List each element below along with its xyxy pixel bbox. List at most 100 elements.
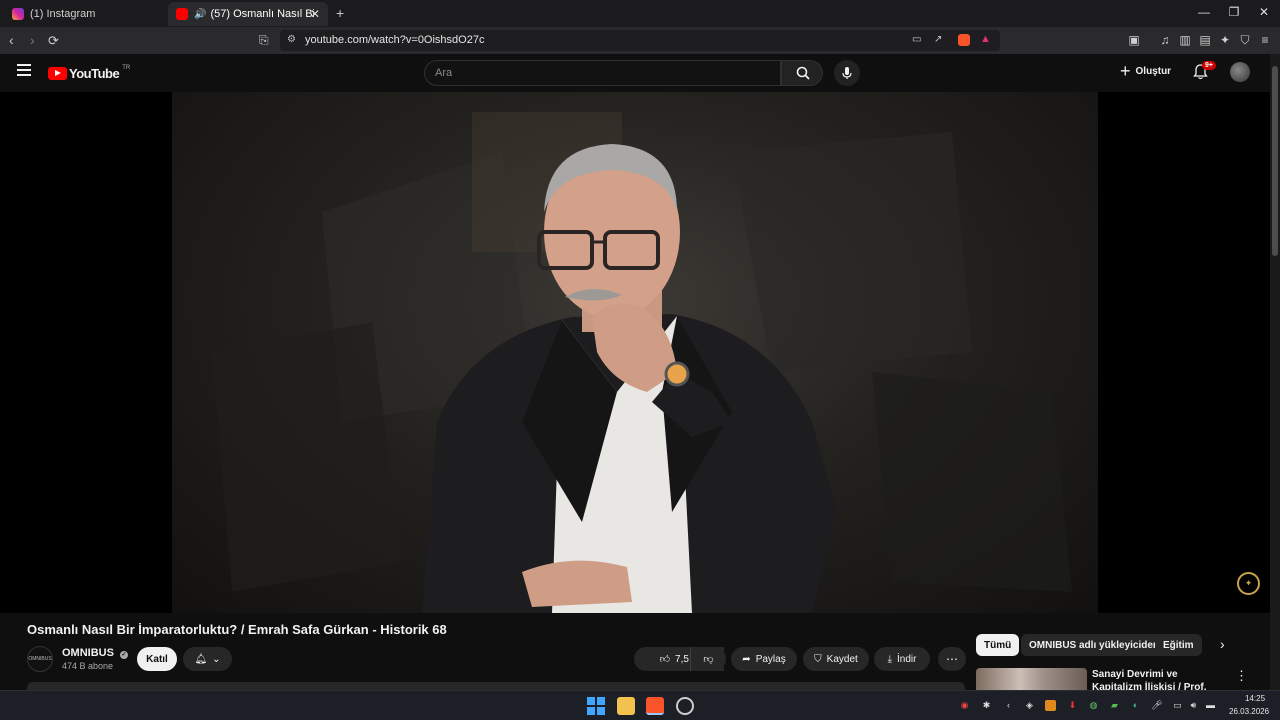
network-icon[interactable]: ▭ <box>1172 700 1183 711</box>
instagram-icon <box>12 8 24 20</box>
address-bar[interactable]: ⚙ youtube.com/watch?v=0OishsdO27c ▭ ↗ ▲ <box>280 30 1000 51</box>
search-button[interactable] <box>781 60 823 86</box>
chevron-right-icon[interactable]: › <box>1220 636 1225 652</box>
tab-youtube-video[interactable]: 🔊 (57) Osmanlı Nasıl Bir İmparatorluktu?… <box>168 2 328 26</box>
guide-menu-icon[interactable] <box>17 64 31 76</box>
channel-avatar[interactable]: OMNIBUS <box>27 646 53 672</box>
microphone-tray-icon[interactable]: 🎤︎ <box>1151 700 1162 711</box>
bell-icon: 🔔︎ <box>194 653 208 665</box>
notifications-button[interactable]: 9+ <box>1193 61 1216 85</box>
minimize-button[interactable]: — <box>1189 5 1219 19</box>
youtube-logo[interactable]: YouTube TR <box>48 64 131 81</box>
create-label: Oluştur <box>1135 65 1172 77</box>
tab-instagram[interactable]: (1) Instagram <box>4 2 164 26</box>
screenshot-icon[interactable]: ▣ <box>1127 33 1141 47</box>
brave-browser-icon[interactable] <box>646 697 664 715</box>
channel-watermark-icon[interactable]: ✦ <box>1237 572 1260 595</box>
more-vertical-icon[interactable]: ⋮ <box>1235 668 1248 684</box>
create-button[interactable]: + Oluştur <box>1120 62 1172 80</box>
save-label: Kaydet <box>826 653 858 665</box>
tray-icon-1[interactable]: ◉ <box>959 700 970 711</box>
voice-search-button[interactable] <box>834 60 860 86</box>
sidebar-icon[interactable]: ▥ <box>1178 33 1192 47</box>
join-label: Katıl <box>146 653 168 665</box>
url-text: youtube.com/watch?v=0OishsdO27c <box>305 34 485 46</box>
recommendation-title[interactable]: Sanayi Devrimi ve Kapitalizm İlişkisi / … <box>1092 668 1222 690</box>
description-box[interactable] <box>27 682 965 690</box>
download-icon: ⤓ <box>887 653 892 665</box>
channel-name[interactable]: OMNIBUS ✓ <box>62 647 129 659</box>
thumbs-down-icon: 👎︎ <box>703 654 714 665</box>
video-player[interactable]: ✦ <box>0 92 1270 613</box>
share-icon: ➦ <box>742 653 751 665</box>
chip-label: OMNIBUS adlı yükleyiciden <box>1029 639 1160 651</box>
download-button[interactable]: ⤓ İndir <box>874 647 930 671</box>
tray-icon-7[interactable]: ▰ <box>1109 700 1120 711</box>
tray-icon-6[interactable]: ◍ <box>1088 700 1099 711</box>
reload-button[interactable]: ⟳ <box>48 33 59 49</box>
back-button[interactable]: ‹ <box>9 32 14 48</box>
video-content-image <box>212 112 1072 613</box>
chip-education[interactable]: Eğitim <box>1155 634 1202 656</box>
verified-icon: ✓ <box>120 651 129 659</box>
speaker-icon: 🔊 <box>194 8 207 20</box>
chip-label: Tümü <box>984 639 1012 651</box>
page-scrollbar[interactable] <box>1270 54 1280 690</box>
chip-label: Eğitim <box>1163 639 1194 651</box>
forward-button[interactable]: › <box>30 32 35 48</box>
media-icon[interactable]: ♫ <box>1158 33 1172 47</box>
bookmark-icon[interactable]: ⎘ <box>259 33 269 48</box>
battery-icon[interactable]: ▬ <box>1205 700 1216 711</box>
join-button[interactable]: Katıl <box>137 647 177 671</box>
windows-start-icon[interactable] <box>587 697 605 715</box>
cast-icon[interactable]: ▭ <box>912 34 921 45</box>
tray-icon-5[interactable]: ⬇ <box>1067 700 1078 711</box>
menu-icon[interactable]: ≡ <box>1258 33 1272 47</box>
browser-tab-strip: (1) Instagram 🔊 (57) Osmanlı Nasıl Bir İ… <box>0 0 1280 27</box>
search-input[interactable]: Ara <box>424 60 781 86</box>
search-icon <box>796 66 810 80</box>
file-explorer-icon[interactable] <box>617 697 635 715</box>
youtube-header: YouTube TR Ara + Oluştur 9+ <box>0 54 1270 92</box>
close-window-button[interactable]: ✕ <box>1249 5 1279 19</box>
more-actions-button[interactable]: ⋯ <box>938 647 966 671</box>
tray-chevron-icon[interactable]: ‹ <box>1003 700 1014 711</box>
browser-toolbar: ‹ › ⟳ ⎘ ⚙ youtube.com/watch?v=0OishsdO27… <box>0 27 1280 54</box>
scrollbar-thumb[interactable] <box>1272 66 1278 256</box>
brave-rewards-icon[interactable]: ▲ <box>980 33 991 45</box>
new-tab-button[interactable]: + <box>336 5 344 21</box>
brave-shields-icon[interactable] <box>958 34 970 46</box>
tray-icon-4[interactable] <box>1045 700 1056 711</box>
vpn-icon[interactable]: ⛉ <box>1238 33 1252 47</box>
account-avatar[interactable] <box>1230 62 1250 82</box>
clock-date[interactable]: 26.03.2026 <box>1229 707 1269 716</box>
chip-from-uploader[interactable]: OMNIBUS adlı yükleyiciden <box>1021 634 1168 656</box>
subscription-bell-button[interactable]: 🔔︎ ⌄ <box>183 647 232 671</box>
tab-title: (57) Osmanlı Nasıl Bir İmparatorluktu? /… <box>210 8 314 20</box>
chip-all[interactable]: Tümü <box>976 634 1020 656</box>
volume-icon[interactable]: 🔊︎ <box>1188 700 1199 711</box>
close-tab-icon[interactable]: ✕ <box>310 7 320 21</box>
recommendation-thumbnail[interactable] <box>976 668 1087 690</box>
share-button[interactable]: ➦ Paylaş <box>731 647 797 671</box>
save-button[interactable]: ⛉ Kaydet <box>803 647 869 671</box>
wallet-icon[interactable]: ▤ <box>1198 33 1212 47</box>
restore-button[interactable]: ❐ <box>1219 5 1249 19</box>
tray-icon-2[interactable]: ✱ <box>981 700 992 711</box>
channel-name-text: OMNIBUS <box>62 647 114 659</box>
search-placeholder: Ara <box>435 67 453 79</box>
tab-title: (1) Instagram <box>30 8 96 20</box>
thumbs-up-icon: 👍︎ <box>659 654 671 665</box>
app-icon[interactable] <box>676 697 694 715</box>
tray-icon-8[interactable]: ◐ <box>1130 700 1141 711</box>
windows-taskbar: ◉ ✱ ‹ ◈ ⬇ ◍ ▰ ◐ 🎤︎ ▭ 🔊︎ ▬ 14:25 26.03.20… <box>0 690 1280 720</box>
share-page-icon[interactable]: ↗ <box>934 34 942 45</box>
site-info-icon[interactable]: ⚙ <box>287 34 296 45</box>
dislike-button[interactable]: 👎︎ <box>690 647 726 671</box>
share-label: Paylaş <box>755 653 786 665</box>
leo-ai-icon[interactable]: ✦ <box>1218 33 1232 47</box>
clock-time[interactable]: 14:25 <box>1245 694 1265 703</box>
tray-icon-3[interactable]: ◈ <box>1024 700 1035 711</box>
subscriber-count: 474 B abone <box>62 661 114 671</box>
region-code: TR <box>122 64 131 71</box>
